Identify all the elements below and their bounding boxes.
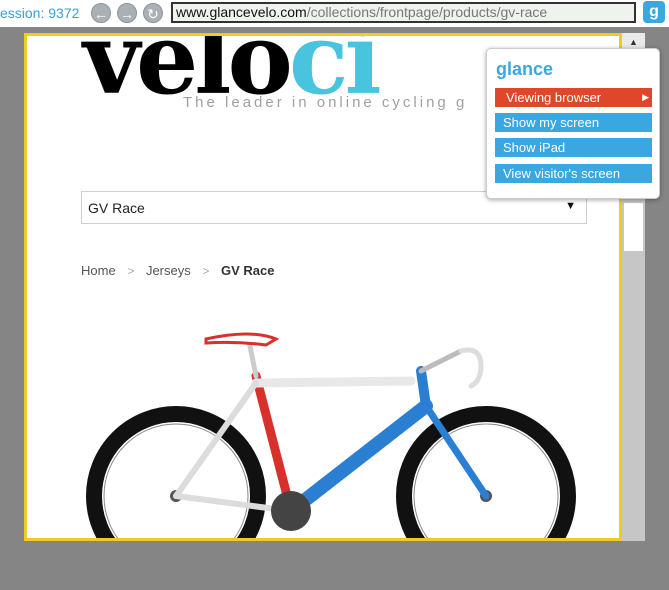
glance-brand: glance (496, 59, 554, 79)
dropdown-arrow-icon: ▼ (565, 200, 576, 212)
show-my-screen-label: Show my screen (503, 115, 600, 130)
chainring-icon (271, 491, 311, 531)
show-my-screen-button[interactable]: Show my screen (495, 113, 652, 132)
breadcrumb-home[interactable]: Home (81, 263, 116, 278)
scroll-thumb[interactable] (624, 203, 643, 251)
url-bar[interactable]: www.glancevelo.com/collections/frontpage… (171, 2, 636, 23)
submenu-arrow-icon: ▶ (642, 92, 649, 102)
glance-menu-panel: glance Viewing browser ▶ Show my screen … (486, 48, 660, 199)
breadcrumb: Home > Jerseys > GV Race (81, 263, 275, 278)
viewing-browser-button[interactable]: Viewing browser ▶ (495, 88, 652, 107)
viewer-toolbar: ession: 9372 ← → ↻ www.glancevelo.com/co… (0, 0, 669, 27)
refresh-button[interactable]: ↻ (143, 3, 163, 23)
front-wheel-icon (396, 406, 576, 538)
viewing-browser-label: Viewing browser (506, 90, 602, 105)
glance-logo-button[interactable]: g (643, 1, 665, 23)
show-ipad-button[interactable]: Show iPad (495, 138, 652, 157)
breadcrumb-current: GV Race (221, 263, 275, 278)
breadcrumb-category[interactable]: Jerseys (146, 263, 191, 278)
glance-g-icon: g (649, 3, 659, 20)
forward-button[interactable]: → (117, 3, 137, 23)
back-button[interactable]: ← (91, 3, 111, 23)
show-ipad-label: Show iPad (503, 140, 566, 155)
view-visitor-screen-button[interactable]: View visitor's screen (495, 164, 652, 183)
url-host: www.glancevelo.com (176, 4, 307, 20)
saddle-icon (204, 332, 280, 347)
url-path: /collections/frontpage/products/gv-race (306, 4, 548, 20)
forward-arrow-icon: → (120, 6, 134, 22)
site-tagline: The leader in online cycling g (183, 94, 468, 111)
refresh-icon: ↻ (147, 6, 159, 22)
breadcrumb-separator: > (127, 264, 135, 278)
product-image (86, 332, 576, 538)
session-label: ession: 9372 (0, 5, 80, 21)
bike-frame-icon (173, 338, 490, 518)
view-visitor-screen-label: View visitor's screen (503, 166, 621, 181)
breadcrumb-separator: > (202, 264, 210, 278)
rear-wheel-icon (86, 406, 266, 538)
back-arrow-icon: ← (94, 6, 108, 22)
product-select-value: GV Race (88, 200, 145, 216)
